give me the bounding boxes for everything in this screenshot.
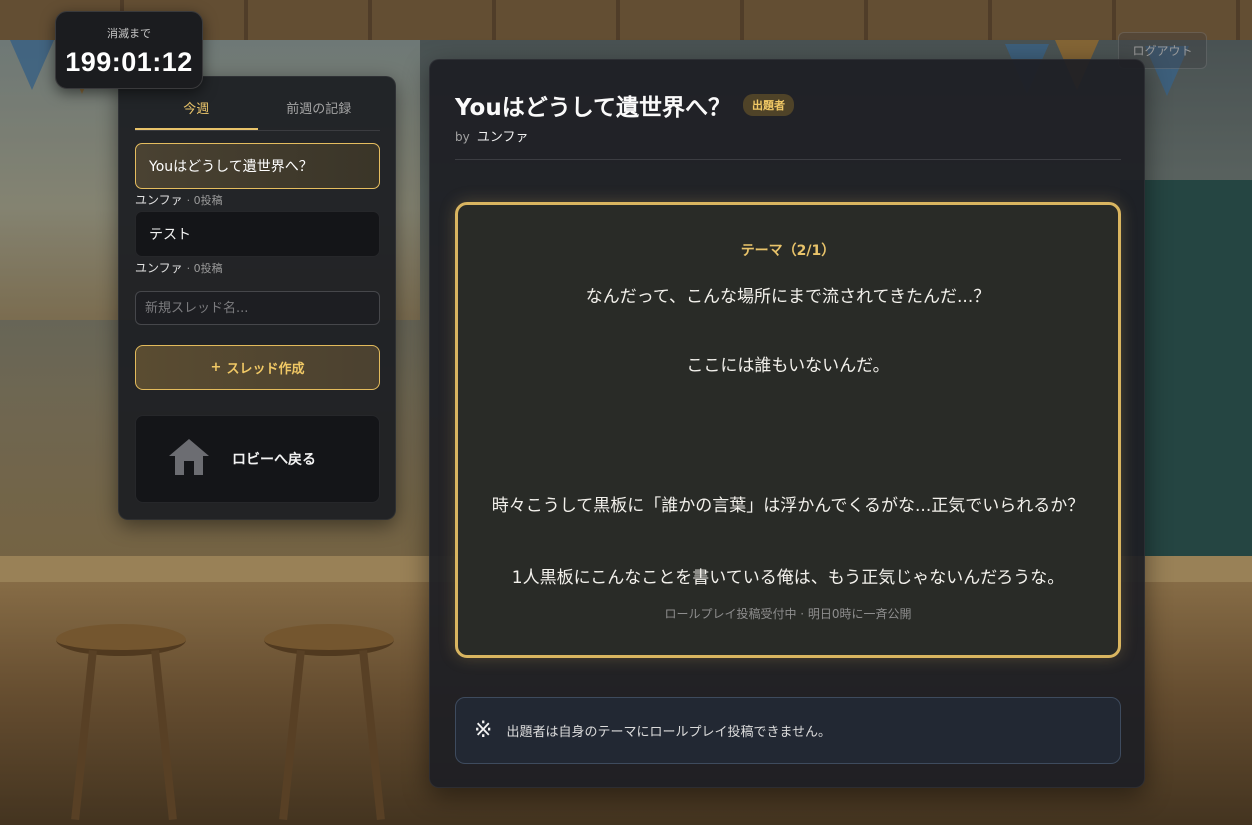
timer-label: 消滅まで (107, 27, 151, 40)
timer-value: 199:01:12 (65, 47, 193, 77)
back-to-lobby-label: ロビーへ戻る (232, 452, 316, 468)
notice-text: 出題者は自身のテーマにロールプレイ投稿できません。 (506, 725, 832, 740)
page-title: Youはどうして遺世界へ？ (455, 95, 732, 121)
theme-line: ここには誰もいないんだ。 (686, 356, 890, 376)
new-thread-name-input[interactable] (135, 291, 380, 325)
theme-status: ロールプレイ投稿受付中 · 明日0時に一斉公開 (664, 607, 912, 621)
role-badge: 出題者 (743, 94, 795, 116)
plus-icon: + (210, 360, 222, 375)
create-thread-label: スレッド作成 (226, 362, 305, 377)
by-label: by (455, 130, 470, 144)
author-notice: ※ 出題者は自身のテーマにロールプレイ投稿できません。 (455, 697, 1121, 764)
create-thread-button[interactable]: + スレッド作成 (135, 345, 380, 390)
theme-line: 時々こうして黒板に「誰かの言葉」は浮かんでくるがな...正気でいられるか？ (491, 496, 1085, 516)
theme-card: テーマ（2/1） なんだって、こんな場所にまで流されてきたんだ...？ ここには… (455, 202, 1121, 658)
thread-post-count: · 0投稿 (186, 194, 223, 207)
thread-author: ユンファ (476, 130, 529, 145)
thread-title: Youはどうして遺世界へ？ (149, 159, 313, 175)
tab-last-week-records[interactable]: 前週の記録 (258, 91, 381, 130)
thread-byline: by ユンファ (455, 126, 528, 145)
thread-header: Youはどうして遺世界へ？ 出題者 (455, 88, 795, 122)
home-icon (168, 437, 210, 481)
thread-sidebar: 今週 前週の記録 Youはどうして遺世界へ？ ユンファ · 0投稿 テスト ユンフ… (118, 76, 396, 520)
countdown-timer: 消滅まで 199:01:12 (55, 11, 203, 89)
thread-author: ユンファ (135, 193, 183, 207)
theme-line: なんだって、こんな場所にまで流されてきたんだ...？ (585, 287, 991, 307)
theme-line: 1人黒板にこんなことを書いている俺は、もう正気じゃないんだろうな。 (511, 568, 1065, 588)
asterisk-icon: ※ (474, 718, 493, 743)
thread-author: ユンファ (135, 261, 183, 275)
thread-item-selected[interactable]: Youはどうして遺世界へ？ (135, 143, 380, 189)
theme-label: テーマ（2/1） (740, 243, 836, 259)
thread-post-count: · 0投稿 (186, 262, 223, 275)
thread-title: テスト (149, 227, 191, 243)
thread-meta: ユンファ · 0投稿 (135, 259, 223, 276)
tab-this-week[interactable]: 今週 (135, 91, 258, 130)
thread-detail-panel: Youはどうして遺世界へ？ 出題者 by ユンファ テーマ（2/1） なんだって… (429, 59, 1145, 788)
thread-item[interactable]: テスト (135, 211, 380, 257)
thread-meta: ユンファ · 0投稿 (135, 191, 223, 208)
week-tabs: 今週 前週の記録 (135, 91, 380, 131)
header-divider (455, 159, 1121, 160)
back-to-lobby-button[interactable]: ロビーへ戻る (135, 415, 380, 503)
